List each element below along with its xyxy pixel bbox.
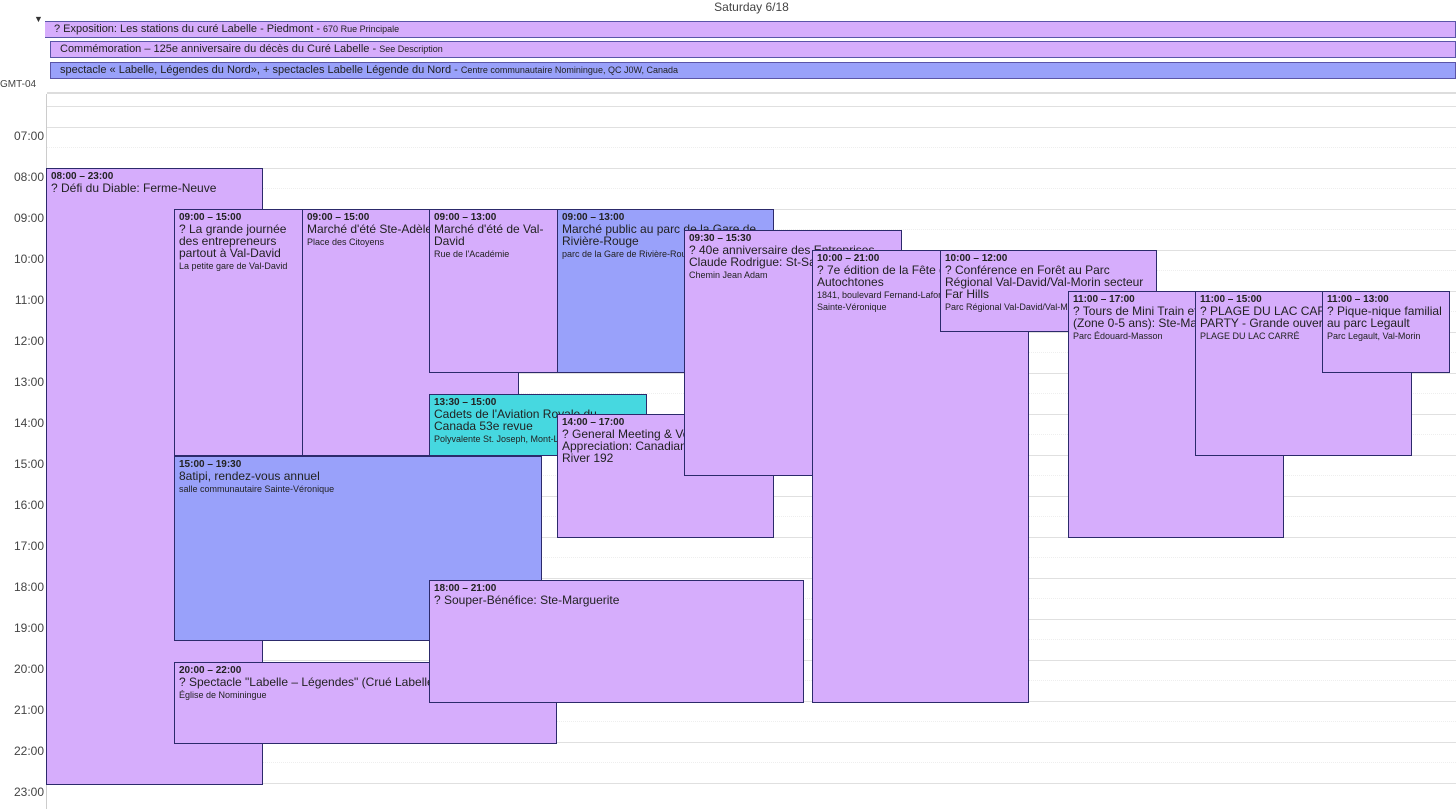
hour-label: 18:00 bbox=[13, 580, 44, 594]
hour-label: 19:00 bbox=[13, 621, 44, 635]
hour-label: 16:00 bbox=[13, 498, 44, 512]
event-pique-nique-legault[interactable]: 11:00 – 13:00 ? Pique-nique familial au … bbox=[1322, 291, 1450, 373]
hour-label: 12:00 bbox=[13, 334, 44, 348]
event-location: La petite gare de Val-David bbox=[179, 261, 288, 271]
timezone-label: GMT-04 bbox=[0, 79, 37, 90]
hour-label: 21:00 bbox=[13, 703, 44, 717]
allday-title: Commémoration – 125e anniversaire du déc… bbox=[60, 43, 380, 55]
hour-line bbox=[47, 127, 1456, 128]
event-location: Parc Legault, Val-Morin bbox=[1327, 331, 1421, 341]
hour-label: 17:00 bbox=[13, 539, 44, 553]
event-title: ? Souper-Bénéfice: Ste-Marguerite bbox=[434, 593, 620, 607]
event-title: ? Pique-nique familial au parc Legault bbox=[1327, 304, 1442, 330]
event-title: ? La grande journée des entrepreneurs pa… bbox=[179, 222, 287, 260]
hour-label: 09:00 bbox=[13, 211, 44, 225]
hour-label: 07:00 bbox=[13, 129, 44, 143]
event-title: 8atipi, rendez-vous annuel bbox=[179, 469, 320, 483]
hour-label: 23:00 bbox=[13, 785, 44, 799]
allday-event-spectacle[interactable]: spectacle « Labelle, Légendes du Nord», … bbox=[50, 62, 1456, 79]
hour-line bbox=[47, 106, 1456, 107]
hour-label: 22:00 bbox=[13, 744, 44, 758]
hour-label: 14:00 bbox=[13, 416, 44, 430]
event-title: Marché d'été de Val-David bbox=[434, 222, 544, 248]
half-hour-line bbox=[47, 147, 1456, 149]
allday-location: Centre communautaire Nominingue, QC J0W,… bbox=[460, 65, 678, 75]
allday-event-commemoration[interactable]: Commémoration – 125e anniversaire du déc… bbox=[50, 41, 1456, 58]
hour-label: 08:00 bbox=[13, 170, 44, 184]
allday-separator bbox=[47, 92, 1456, 94]
allday-location: See Description bbox=[379, 44, 443, 54]
day-header[interactable]: Saturday 6/18 bbox=[47, 0, 1456, 14]
event-grande-journee-entrepreneurs[interactable]: 09:00 – 15:00 ? La grande journée des en… bbox=[174, 209, 304, 456]
event-title: ? Défi du Diable: Ferme-Neuve bbox=[51, 181, 217, 195]
dropdown-arrow-icon[interactable]: ▼ bbox=[34, 14, 43, 24]
allday-title: ? Exposition: Les stations du curé Label… bbox=[54, 23, 324, 35]
allday-location: 670 Rue Principale bbox=[323, 24, 400, 34]
event-location: Rue de l'Académie bbox=[434, 249, 510, 259]
hour-label: 13:00 bbox=[13, 375, 44, 389]
allday-title: spectacle « Labelle, Légendes du Nord», … bbox=[60, 64, 461, 76]
allday-event-exposition[interactable]: ? Exposition: Les stations du curé Label… bbox=[45, 21, 1456, 38]
hour-label: 15:00 bbox=[13, 457, 44, 471]
hour-label: 10:00 bbox=[13, 252, 44, 266]
event-location: salle communautaire Sainte-Véronique bbox=[179, 484, 335, 494]
event-souper-benefice[interactable]: 18:00 – 21:00 ? Souper-Bénéfice: Ste-Mar… bbox=[429, 580, 804, 703]
event-marche-val-david[interactable]: 09:00 – 13:00 Marché d'été de Val-David … bbox=[429, 209, 560, 373]
hour-label: 20:00 bbox=[13, 662, 44, 676]
hour-label: 11:00 bbox=[14, 293, 44, 307]
